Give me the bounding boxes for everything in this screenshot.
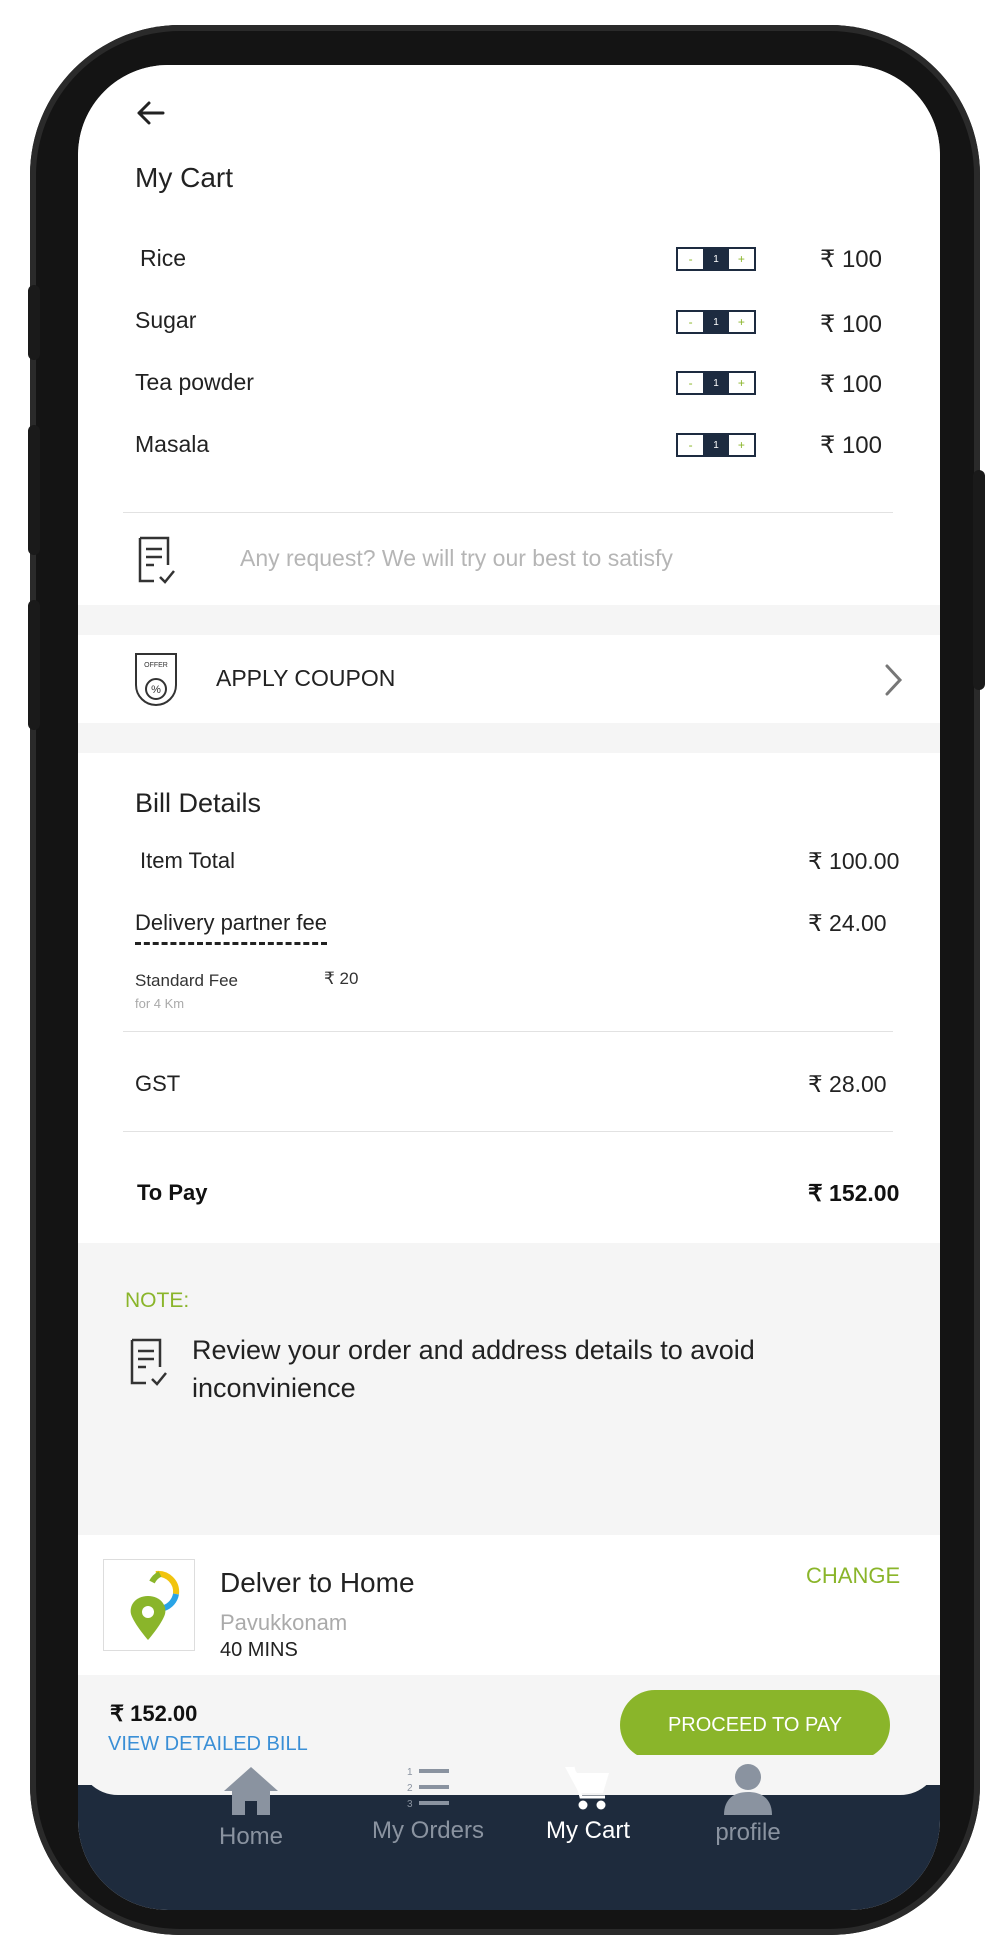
back-arrow-icon[interactable] bbox=[133, 95, 169, 131]
nav-my-cart[interactable]: My Cart bbox=[518, 1766, 658, 1845]
gst-value: ₹ 28.00 bbox=[808, 1071, 887, 1097]
svg-text:2: 2 bbox=[407, 1783, 413, 1794]
chevron-right-icon[interactable] bbox=[883, 663, 903, 697]
decrease-button[interactable]: - bbox=[678, 312, 703, 332]
decrease-button[interactable]: - bbox=[678, 373, 703, 393]
delivery-fee-value: ₹ 24.00 bbox=[808, 910, 887, 936]
item-name: Masala bbox=[135, 431, 210, 457]
footer-total: ₹ 152.00 bbox=[110, 1701, 198, 1726]
to-pay-value: ₹ 152.00 bbox=[808, 1180, 900, 1206]
quantity-value: 1 bbox=[703, 435, 729, 455]
item-price: ₹ 100 bbox=[820, 371, 882, 398]
quantity-stepper[interactable]: - 1 + bbox=[676, 310, 756, 334]
delivery-eta: 40 MINS bbox=[220, 1639, 298, 1661]
nav-my-orders-label: My Orders bbox=[371, 1817, 484, 1844]
home-icon bbox=[224, 1767, 278, 1815]
nav-home[interactable]: Home bbox=[181, 1767, 321, 1851]
delivery-location: Pavukkonam bbox=[220, 1610, 348, 1635]
orders-list-icon: 1 2 3 bbox=[407, 1767, 449, 1810]
item-total-label: Item Total bbox=[140, 848, 235, 873]
item-name: Sugar bbox=[135, 307, 197, 333]
coupon-card[interactable]: OFFER% APPLY COUPON bbox=[78, 635, 940, 723]
quantity-stepper[interactable]: - 1 + bbox=[676, 371, 756, 395]
apply-coupon-label[interactable]: APPLY COUPON bbox=[216, 665, 395, 692]
bill-details-card: Bill Details Item Total ₹ 100.00 Deliver… bbox=[78, 753, 940, 1243]
svg-text:3: 3 bbox=[407, 1799, 413, 1810]
to-pay-label: To Pay bbox=[137, 1180, 208, 1205]
quantity-stepper[interactable]: - 1 + bbox=[676, 433, 756, 457]
cart-card: My Cart Rice - 1 + ₹ 100 Sugar - 1 + ₹ 1… bbox=[78, 65, 940, 605]
note-heading: NOTE: bbox=[125, 1289, 190, 1312]
standard-fee-value: ₹ 20 bbox=[324, 969, 359, 988]
svg-text:OFFER: OFFER bbox=[144, 662, 168, 669]
phone-side-button bbox=[28, 425, 40, 555]
nav-my-orders[interactable]: 1 2 3 My Orders bbox=[358, 1767, 498, 1845]
bottom-nav-panel bbox=[78, 1755, 940, 1795]
quantity-stepper[interactable]: - 1 + bbox=[676, 247, 756, 271]
item-price: ₹ 100 bbox=[820, 311, 882, 338]
change-address-button[interactable]: CHANGE bbox=[806, 1563, 900, 1589]
increase-button[interactable]: + bbox=[729, 435, 754, 455]
gst-label: GST bbox=[135, 1071, 181, 1096]
divider bbox=[123, 1031, 893, 1032]
increase-button[interactable]: + bbox=[729, 312, 754, 332]
nav-profile-label: profile bbox=[715, 1819, 781, 1846]
delivery-fee-label: Delivery partner fee bbox=[135, 910, 327, 945]
phone-side-button bbox=[28, 285, 40, 360]
quantity-value: 1 bbox=[703, 373, 729, 393]
delivery-title: Delver to Home bbox=[220, 1567, 415, 1598]
phone-side-button bbox=[28, 600, 40, 730]
divider bbox=[123, 512, 893, 513]
note-text: Review your order and address details to… bbox=[192, 1335, 755, 1403]
item-price: ₹ 100 bbox=[820, 432, 882, 459]
item-price: ₹ 100 bbox=[820, 246, 882, 273]
nav-profile[interactable]: profile bbox=[678, 1764, 818, 1847]
proceed-to-pay-button[interactable]: PROCEED TO PAY bbox=[620, 1690, 890, 1760]
proceed-to-pay-label: PROCEED TO PAY bbox=[667, 1713, 843, 1736]
divider bbox=[123, 1131, 893, 1132]
request-input[interactable]: Any request? We will try our best to sat… bbox=[240, 545, 673, 572]
profile-icon bbox=[724, 1764, 772, 1815]
svg-text:%: % bbox=[151, 684, 161, 696]
increase-button[interactable]: + bbox=[729, 249, 754, 269]
nav-my-cart-label: My Cart bbox=[546, 1817, 630, 1844]
item-total-value: ₹ 100.00 bbox=[808, 848, 900, 874]
nav-home-label: Home bbox=[218, 1823, 284, 1850]
view-detailed-bill-link[interactable]: VIEW DETAILED BILL bbox=[108, 1733, 308, 1756]
distance-label: for 4 Km bbox=[135, 996, 185, 1011]
increase-button[interactable]: + bbox=[729, 373, 754, 393]
delivery-address-card: Delver to Home Pavukkonam 40 MINS CHANGE bbox=[78, 1535, 940, 1675]
phone-side-button bbox=[973, 470, 985, 690]
quantity-value: 1 bbox=[703, 249, 729, 269]
item-name: Tea powder bbox=[135, 369, 254, 395]
svg-text:1: 1 bbox=[407, 1767, 413, 1778]
note-icon bbox=[128, 1337, 170, 1389]
coupon-offer-icon: OFFER% bbox=[133, 651, 179, 709]
bill-title: Bill Details bbox=[135, 788, 262, 818]
location-pin-icon bbox=[103, 1559, 195, 1651]
app-screen: My Cart Rice - 1 + ₹ 100 Sugar - 1 + ₹ 1… bbox=[78, 65, 940, 1910]
request-note-icon bbox=[136, 535, 178, 587]
page-title: My Cart bbox=[135, 162, 233, 193]
decrease-button[interactable]: - bbox=[678, 435, 703, 455]
decrease-button[interactable]: - bbox=[678, 249, 703, 269]
cart-icon bbox=[565, 1766, 609, 1810]
standard-fee-label: Standard Fee bbox=[135, 971, 239, 990]
item-name: Rice bbox=[140, 245, 187, 271]
quantity-value: 1 bbox=[703, 312, 729, 332]
